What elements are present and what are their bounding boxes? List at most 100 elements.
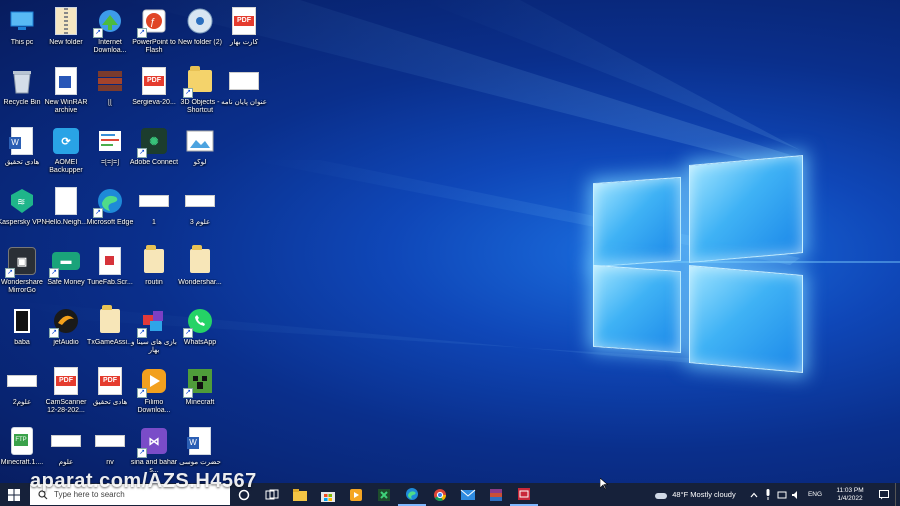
mouse-pointer-icon bbox=[600, 478, 608, 490]
desktop-icon-this-pc[interactable]: This pc bbox=[0, 4, 44, 60]
desktop-icon-baba[interactable]: baba bbox=[0, 304, 44, 360]
network-indicator[interactable] bbox=[775, 483, 789, 506]
desktop-icon-recycle-bin[interactable]: Recycle Bin bbox=[0, 64, 44, 120]
desktop-icon-wondershare-mirrorgo[interactable]: ▣ ↗ Wondershare MirrorGo bbox=[0, 244, 44, 300]
desktop-icon-internet-download[interactable]: ↗ Internet Downloa... bbox=[88, 4, 132, 60]
pdf-icon bbox=[229, 6, 259, 36]
taskbar-edge[interactable] bbox=[398, 483, 426, 506]
desktop-icon-text-file[interactable]: =[=]=] bbox=[88, 124, 132, 180]
desktop-icon-aomei-backupper[interactable]: ⟳ AOMEI Backupper bbox=[44, 124, 88, 180]
watermark: aparat.com/AZS.H4567 bbox=[30, 470, 257, 492]
desktop-icon-new-folder[interactable]: New folder bbox=[44, 4, 88, 60]
filimo-icon: ↗ bbox=[137, 366, 169, 398]
desktop-icon-1[interactable]: 1 bbox=[132, 184, 176, 240]
banner-image-icon bbox=[185, 186, 215, 216]
weather-cloud-icon bbox=[655, 492, 668, 499]
shortcut-arrow-icon: ↗ bbox=[183, 88, 193, 98]
shortcut-arrow-icon: ↗ bbox=[5, 268, 15, 278]
logo-pane-bl bbox=[593, 264, 681, 354]
shortcut-arrow-icon: ↗ bbox=[137, 28, 147, 38]
desktop-icon-powerpoint-to-flash[interactable]: ƒ ↗ PowerPoint to Flash bbox=[132, 4, 176, 60]
show-desktop-button[interactable] bbox=[895, 483, 900, 506]
icon-label: Wondershare MirrorGo bbox=[1, 279, 43, 294]
desktop-icon-3d-objects[interactable]: ↗ 3D Objects - Shortcut bbox=[178, 64, 222, 120]
desktop-icon-kaspersky-vpn[interactable]: ≋ Kaspersky VPN bbox=[0, 184, 47, 240]
jetaudio-icon: ↗ bbox=[49, 306, 81, 338]
safe-money-icon: ▬ ↗ bbox=[49, 246, 81, 278]
door-icon bbox=[7, 306, 37, 336]
desktop-icon-jetaudio[interactable]: ↗ jetAudio bbox=[44, 304, 88, 360]
notification-icon bbox=[879, 489, 889, 499]
desktop-icon-kart-bahar[interactable]: کارت بهار bbox=[222, 4, 266, 60]
volume-indicator[interactable] bbox=[789, 483, 803, 506]
icon-label: هادی تحقیق bbox=[4, 159, 40, 166]
icon-label: baba bbox=[14, 339, 30, 346]
microphone-icon bbox=[766, 489, 770, 500]
chrome-icon bbox=[434, 488, 446, 501]
start-button[interactable] bbox=[0, 483, 28, 506]
icon-label: Minecraft.1.... bbox=[0, 459, 44, 466]
desktop-icon-new-winrar-archive[interactable]: New WinRAR archive bbox=[44, 64, 88, 120]
desktop-icon-brackets[interactable]: [[ bbox=[88, 64, 132, 120]
desktop-icon-olum-2[interactable]: علوم2 bbox=[0, 364, 44, 420]
action-center-button[interactable] bbox=[873, 483, 895, 506]
icon-label: Filimo Downloa... bbox=[137, 399, 171, 414]
desktop-icon-grid: This pc New folder ↗ Internet Downloa...… bbox=[0, 0, 267, 480]
minecraft-icon: ↗ bbox=[183, 366, 215, 398]
desktop-icon-new-folder-2[interactable]: New folder (2) bbox=[178, 4, 222, 60]
desktop-icon-txgameassistant[interactable]: TxGameAssi... bbox=[87, 304, 133, 360]
taskbar-file-explorer[interactable] bbox=[286, 483, 314, 506]
folder-icon bbox=[139, 245, 169, 276]
shortcut-arrow-icon: ↗ bbox=[183, 328, 193, 338]
show-hidden-icons[interactable] bbox=[747, 483, 761, 506]
shortcut-arrow-icon: ↗ bbox=[137, 388, 147, 398]
mirrorgo-icon: ▣ ↗ bbox=[5, 246, 37, 278]
desktop-icon-camscanner[interactable]: CamScanner 12-28-202... bbox=[44, 364, 88, 420]
weather-widget[interactable]: 48°F Mostly cloudy bbox=[643, 483, 747, 506]
taskbar-mail[interactable] bbox=[454, 483, 482, 506]
ppt-flash-icon: ƒ ↗ bbox=[137, 6, 169, 38]
taskbar-red-app[interactable] bbox=[510, 483, 538, 506]
desktop-icon-minecraft[interactable]: ↗ Minecraft bbox=[178, 364, 222, 420]
desktop-icon-microsoft-edge[interactable]: ↗ Microsoft Edge bbox=[87, 184, 133, 240]
store-icon bbox=[321, 491, 335, 502]
input-language[interactable]: ENG bbox=[803, 483, 827, 506]
task-view-button[interactable] bbox=[258, 483, 286, 506]
recycle-bin-icon bbox=[7, 66, 37, 96]
icon-label: Wondershar... bbox=[178, 279, 222, 286]
icon-label: Internet Downloa... bbox=[93, 39, 127, 54]
desktop-icon-safe-money[interactable]: ▬ ↗ Safe Money bbox=[44, 244, 88, 300]
shortcut-arrow-icon: ↗ bbox=[49, 268, 59, 278]
desktop-icon-hello-neighbor[interactable]: Hello.Neigh... bbox=[44, 184, 88, 240]
desktop-icon-hadi-research-doc[interactable]: W هادی تحقیق bbox=[0, 124, 44, 180]
desktop-icon-olum-3[interactable]: علوم 3 bbox=[178, 184, 222, 240]
desktop-icon-hadi-research-pdf[interactable]: هادی تحقیق bbox=[88, 364, 132, 420]
desktop-icon-wondershare-folder[interactable]: Wondershar... bbox=[178, 244, 222, 300]
taskbar-store[interactable] bbox=[314, 483, 342, 506]
desktop-icon-sina-bahar-games[interactable]: ↗ بازی های سینا و بهار bbox=[131, 304, 177, 360]
desktop-icon-filimo-download[interactable]: ↗ Filimo Downloa... bbox=[132, 364, 176, 420]
taskbar-camtasia[interactable] bbox=[370, 483, 398, 506]
disc-icon bbox=[185, 6, 215, 36]
banner-image-icon bbox=[95, 426, 125, 456]
desktop-icon-adobe-connect[interactable]: ✺ ↗ Adobe Connect bbox=[130, 124, 178, 180]
banner-image-icon bbox=[7, 366, 37, 396]
edge-icon: ↗ bbox=[93, 186, 125, 218]
taskbar-media-player[interactable] bbox=[342, 483, 370, 506]
icon-label: =[=]=] bbox=[100, 159, 120, 166]
icon-label: TxGameAssi... bbox=[87, 339, 133, 346]
desktop-icon-thesis-title[interactable]: عنوان پایان نامه bbox=[221, 64, 267, 120]
desktop-icon-sergieva[interactable]: Sergieva-20... bbox=[132, 64, 176, 120]
icon-label: WhatsApp bbox=[183, 339, 217, 346]
taskbar-chrome[interactable] bbox=[426, 483, 454, 506]
microphone-indicator[interactable] bbox=[761, 483, 775, 506]
desktop-icon-routin[interactable]: routin bbox=[132, 244, 176, 300]
shortcut-arrow-icon: ↗ bbox=[93, 208, 103, 218]
icon-label: This pc bbox=[10, 39, 34, 46]
icon-label: Recycle Bin bbox=[3, 99, 41, 106]
taskbar-winrar[interactable] bbox=[482, 483, 510, 506]
desktop-icon-logo[interactable]: لوگو bbox=[178, 124, 222, 180]
desktop-icon-whatsapp[interactable]: ↗ WhatsApp bbox=[178, 304, 222, 360]
desktop-icon-tunefab[interactable]: TuneFab.Scr... bbox=[87, 244, 133, 300]
clock[interactable]: 11:03 PM 1/4/2022 bbox=[827, 483, 873, 506]
